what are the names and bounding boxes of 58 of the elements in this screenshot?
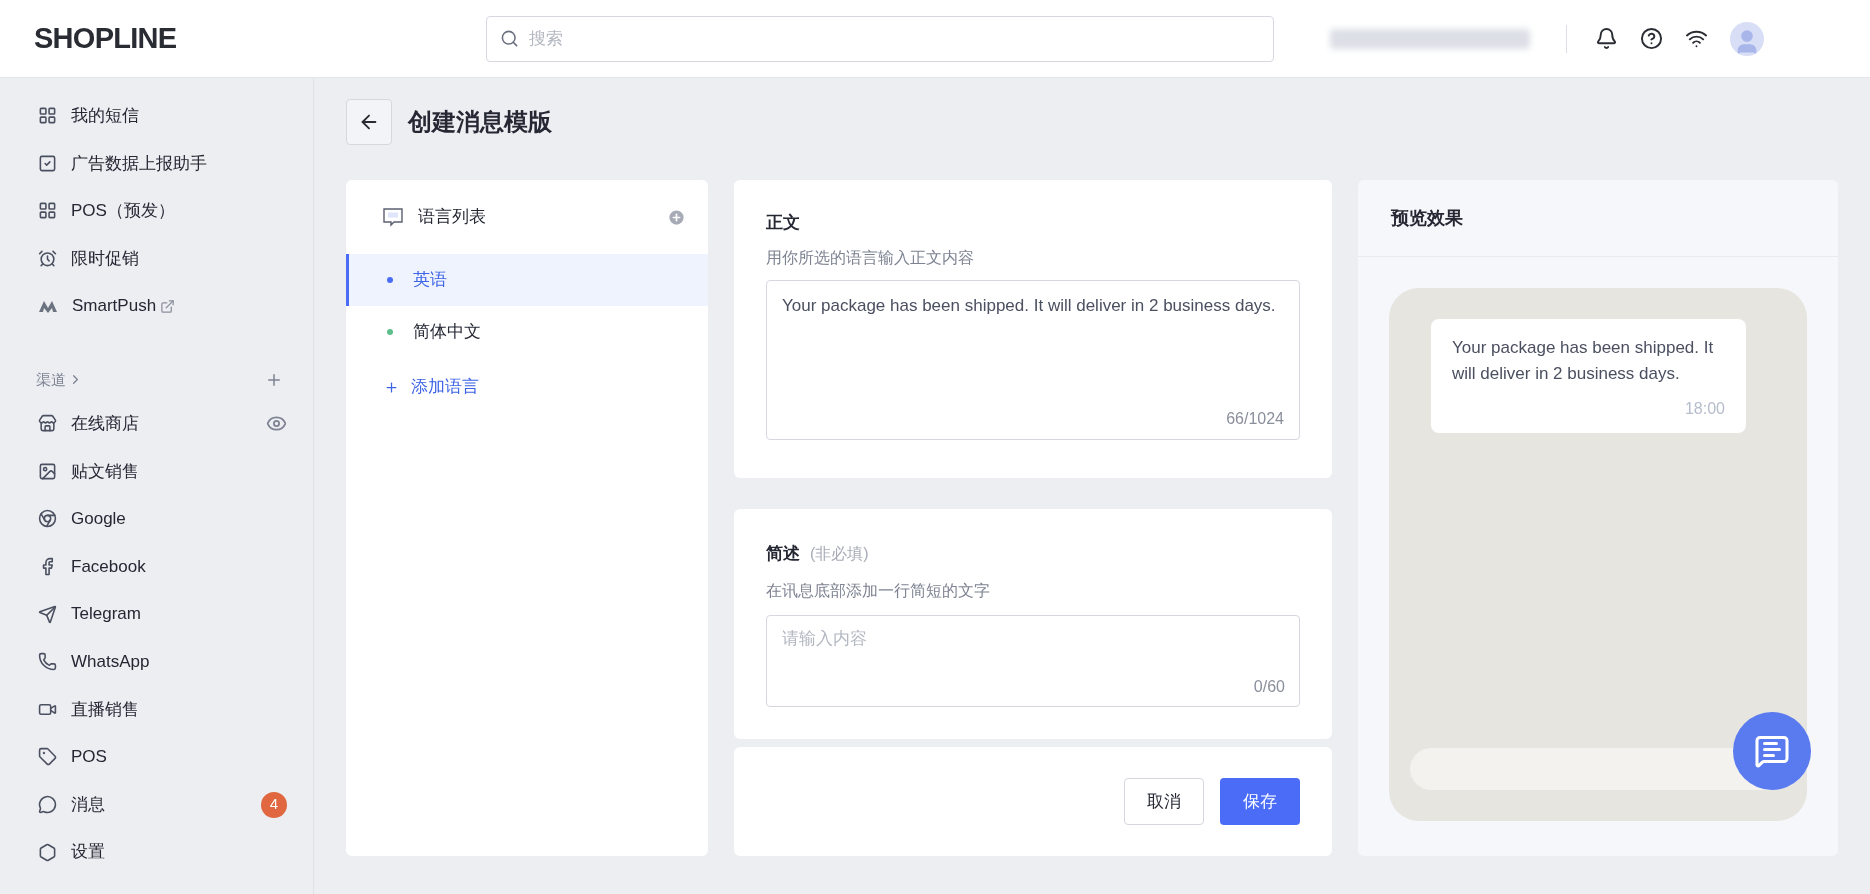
count-badge: 4 [261, 791, 287, 818]
notification-icon[interactable] [1595, 27, 1618, 50]
image-icon [38, 461, 57, 481]
sidebar-item[interactable]: 广告数据上报助手 [71, 150, 207, 177]
field-hint: 在讯息底部添加一行简短的文字 [765, 580, 991, 601]
avatar[interactable] [1730, 21, 1764, 56]
help-icon[interactable] [1640, 27, 1663, 50]
message-text: Your package has been shipped. It will deliver in 2 business days. [1452, 337, 1715, 385]
char-count: 0/60 [1253, 676, 1285, 697]
plus-icon [384, 379, 399, 395]
grid-icon [38, 201, 57, 221]
chat-icon [38, 795, 57, 814]
sidebar-item[interactable]: 在线商店 [71, 411, 139, 437]
google-icon [38, 509, 57, 529]
message-time: 18:00 [1684, 399, 1725, 419]
sidebar-item[interactable]: 限时促销 [71, 245, 139, 272]
sidebar-item[interactable]: Google [71, 506, 126, 532]
sidebar-item[interactable]: 消息 [71, 791, 105, 818]
sidebar-item[interactable]: POS（预发） [71, 198, 175, 224]
store-icon [38, 414, 57, 434]
sidebar-item[interactable]: 贴文销售 [71, 458, 139, 485]
sidebar-item[interactable]: WhatsApp [71, 649, 150, 675]
checkbox-icon [38, 153, 57, 173]
grid-icon [38, 106, 57, 126]
sidebar-item[interactable]: Facebook [71, 553, 146, 580]
cancel-button[interactable]: 取消 [1124, 778, 1204, 825]
shopline-logo[interactable]: SHOPLINE [34, 16, 486, 61]
body-text-field[interactable]: Your package has been shipped. It will deliver in 2 business days. 66/1024 [765, 279, 1300, 440]
search-field[interactable]: 搜索 [486, 15, 1274, 62]
field-value: Your package has been shipped. It will deliver in 2 business days. [781, 294, 1277, 317]
sidebar-item[interactable]: 设置 [71, 839, 105, 865]
search-icon [500, 28, 519, 48]
sidebar-item[interactable]: SmartPush [72, 293, 157, 319]
save-button[interactable]: 保存 [1220, 778, 1300, 825]
language-list-title: 语言列表 [418, 206, 487, 229]
add-circle-icon[interactable] [666, 207, 686, 227]
alarm-clock-icon [38, 249, 57, 269]
back-button[interactable] [346, 99, 392, 145]
page-title: 创建消息模版 [408, 107, 552, 137]
chat-icon [1754, 733, 1790, 769]
field-label: 简述 [765, 543, 800, 565]
phone-icon [38, 652, 57, 672]
char-count: 66/1024 [1226, 408, 1284, 429]
language-item[interactable]: 英语 [346, 254, 708, 306]
field-label: 正文 [765, 212, 801, 234]
language-chat-icon [382, 207, 404, 227]
paper-plane-icon [38, 604, 57, 624]
add-language-link[interactable]: 添加语言 [346, 358, 708, 416]
optional-note: (非必填) [809, 544, 869, 564]
smartpush-logo-icon [38, 299, 58, 314]
sidebar-item[interactable]: POS [71, 744, 107, 770]
settings-icon [38, 842, 57, 862]
sidebar-item[interactable]: 我的短信 [71, 103, 139, 129]
sidebar-item[interactable]: Telegram [71, 601, 141, 627]
sidebar-item[interactable]: 直播销售 [71, 696, 139, 723]
preview-title: 预览效果 [1391, 206, 1463, 230]
tag-icon [38, 747, 57, 767]
field-hint: 用你所选的语言输入正文内容 [765, 247, 975, 268]
